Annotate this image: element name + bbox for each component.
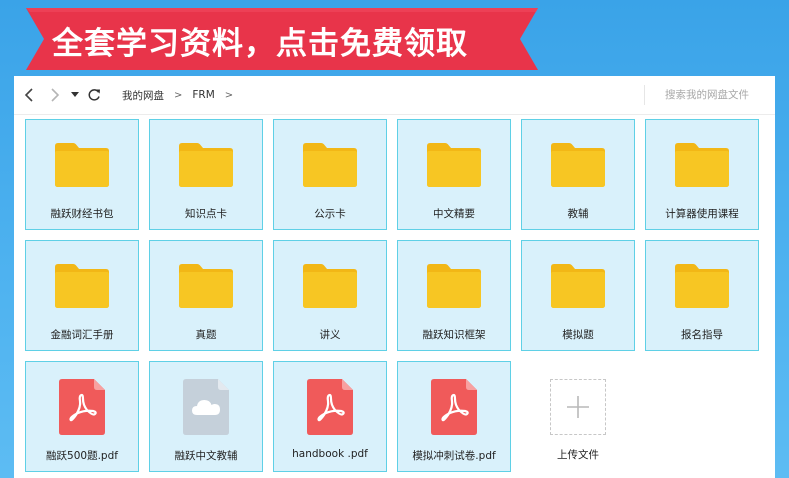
- banner-text: 全套学习资料，点击免费领取: [52, 26, 468, 62]
- forward-button[interactable]: [46, 85, 64, 105]
- folder-icon: [55, 264, 109, 308]
- chevron-left-icon: [24, 88, 33, 102]
- folder-item[interactable]: 计算器使用课程: [645, 119, 759, 230]
- folder-icon: [675, 143, 729, 187]
- folder-icon: [675, 264, 729, 308]
- pdf-file-icon: [59, 379, 105, 435]
- toolbar-divider: [14, 114, 775, 115]
- refresh-button[interactable]: [85, 85, 103, 105]
- breadcrumb: 我的网盘 > FRM >: [122, 86, 243, 104]
- item-icon-wrap: [274, 376, 386, 438]
- file-item[interactable]: 融跃500题.pdf: [25, 361, 139, 472]
- folder-icon: [303, 264, 357, 308]
- file-item[interactable]: handbook .pdf: [273, 361, 387, 472]
- item-label: 融跃500题.pdf: [46, 450, 118, 462]
- folder-icon: [551, 264, 605, 308]
- breadcrumb-separator: >: [224, 89, 234, 101]
- upload-label: 上传文件: [557, 449, 599, 461]
- item-icon-wrap: [398, 255, 510, 317]
- item-icon-wrap: [274, 255, 386, 317]
- item-icon-wrap: [26, 134, 138, 196]
- history-dropdown-button[interactable]: [66, 85, 84, 105]
- folder-icon: [179, 264, 233, 308]
- folder-icon: [427, 264, 481, 308]
- item-icon-wrap: [274, 134, 386, 196]
- folder-icon: [55, 143, 109, 187]
- upload-box: [550, 379, 606, 435]
- folder-item[interactable]: 中文精要: [397, 119, 511, 230]
- folder-item[interactable]: 真题: [149, 240, 263, 351]
- item-icon-wrap: [646, 134, 758, 196]
- pdf-file-icon: [307, 379, 353, 435]
- folder-icon: [551, 143, 605, 187]
- item-icon-wrap: [398, 376, 510, 438]
- pdf-file-icon: [431, 379, 477, 435]
- folder-item[interactable]: 模拟题: [521, 240, 635, 351]
- folder-item[interactable]: 公示卡: [273, 119, 387, 230]
- item-icon-wrap: [26, 255, 138, 317]
- item-label: 真题: [195, 329, 217, 341]
- folder-item[interactable]: 融跃财经书包: [25, 119, 139, 230]
- item-icon-wrap: [522, 134, 634, 196]
- file-item[interactable]: 融跃中文教辅: [149, 361, 263, 472]
- item-label: 模拟冲刺试卷.pdf: [412, 450, 496, 462]
- refresh-icon: [88, 89, 100, 101]
- folder-item[interactable]: 知识点卡: [149, 119, 263, 230]
- item-label: 中文精要: [433, 208, 475, 220]
- item-label: 教辅: [567, 208, 589, 220]
- item-label: 知识点卡: [185, 208, 227, 220]
- folder-item[interactable]: 讲义: [273, 240, 387, 351]
- promo-banner[interactable]: 全套学习资料，点击免费领取: [0, 0, 789, 80]
- item-label: 公示卡: [314, 208, 346, 220]
- item-icon-wrap: [150, 134, 262, 196]
- item-icon-wrap: [26, 376, 138, 438]
- item-icon-wrap: [150, 255, 262, 317]
- breadcrumb-separator: >: [174, 89, 183, 101]
- plus-icon: [567, 396, 589, 418]
- search-input[interactable]: 搜索我的网盘文件: [644, 85, 772, 105]
- file-browser-window: 我的网盘 > FRM > 搜索我的网盘文件 融跃财经书包 知识点卡 公示卡 中文…: [14, 76, 775, 478]
- breadcrumb-item-frm[interactable]: FRM: [192, 89, 214, 101]
- item-icon-wrap: [522, 255, 634, 317]
- item-label: 金融词汇手册: [50, 329, 114, 341]
- upload-file-button[interactable]: 上传文件: [521, 361, 635, 472]
- item-icon-wrap: [398, 134, 510, 196]
- item-label: 计算器使用课程: [665, 208, 739, 220]
- item-label: 融跃知识框架: [422, 329, 486, 341]
- folder-icon: [179, 143, 233, 187]
- folder-icon: [303, 143, 357, 187]
- folder-item[interactable]: 金融词汇手册: [25, 240, 139, 351]
- toolbar: 我的网盘 > FRM > 搜索我的网盘文件: [14, 76, 775, 114]
- item-label: handbook .pdf: [292, 448, 368, 460]
- folder-item[interactable]: 教辅: [521, 119, 635, 230]
- item-label: 模拟题: [562, 329, 594, 341]
- folder-item[interactable]: 报名指导: [645, 240, 759, 351]
- item-label: 融跃中文教辅: [174, 450, 238, 462]
- item-icon-wrap: [150, 376, 262, 438]
- file-item[interactable]: 模拟冲刺试卷.pdf: [397, 361, 511, 472]
- breadcrumb-item-my-drive[interactable]: 我的网盘: [122, 88, 164, 103]
- item-label: 讲义: [319, 329, 341, 341]
- folder-item[interactable]: 融跃知识框架: [397, 240, 511, 351]
- chevron-right-icon: [51, 88, 60, 102]
- caret-down-icon: [71, 92, 79, 97]
- item-label: 报名指导: [681, 329, 723, 341]
- back-button[interactable]: [20, 85, 38, 105]
- cloud-file-icon: [183, 379, 229, 435]
- item-label: 融跃财经书包: [50, 208, 114, 220]
- folder-icon: [427, 143, 481, 187]
- item-icon-wrap: [646, 255, 758, 317]
